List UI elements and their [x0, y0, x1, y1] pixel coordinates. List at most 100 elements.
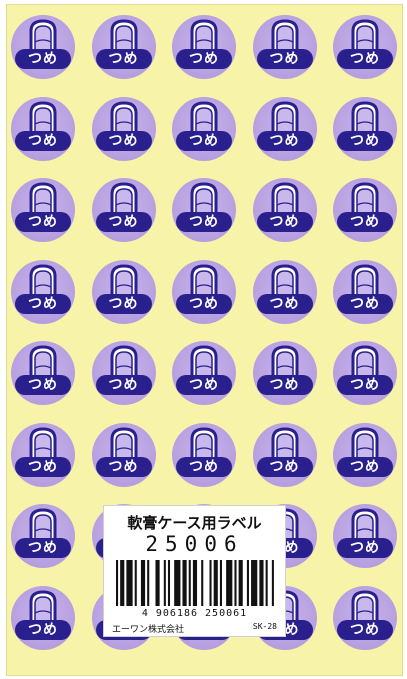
sticker-label: つめ: [256, 130, 313, 151]
sticker-label: つめ: [15, 293, 71, 314]
nail-sticker: つめ: [91, 178, 156, 242]
nail-sticker: つめ: [172, 96, 236, 161]
nail-sticker: つめ: [333, 422, 397, 487]
barcode-bar: [259, 560, 264, 606]
manufacturer-name: エーワン株式会社: [112, 625, 185, 635]
nail-icon: [190, 426, 218, 459]
nail-sticker: つめ: [252, 341, 317, 405]
sticker-label: つめ: [337, 538, 393, 558]
nail-icon: [190, 345, 218, 377]
nail-icon: [190, 100, 218, 133]
sticker-label: つめ: [337, 212, 393, 232]
sticker-label: つめ: [337, 293, 393, 314]
nail-icon: [29, 19, 57, 51]
nail-sticker: つめ: [11, 178, 75, 242]
nail-sticker: つめ: [11, 341, 75, 405]
nail-sticker: つめ: [11, 504, 75, 568]
sticker-label: つめ: [256, 375, 313, 395]
nail-icon: [271, 426, 298, 459]
sticker-label: つめ: [337, 619, 393, 640]
barcode-bar: [147, 560, 150, 606]
sticker-label: つめ: [176, 130, 232, 151]
sticker-label: つめ: [15, 538, 71, 558]
nail-sticker: つめ: [91, 422, 156, 487]
nail-icon: [110, 426, 137, 459]
nail-sticker: つめ: [11, 585, 75, 650]
sticker-label: つめ: [256, 212, 313, 232]
sticker-label: つめ: [15, 619, 71, 640]
nail-sticker: つめ: [252, 96, 317, 161]
barcode-bar: [226, 560, 233, 606]
sticker-label: つめ: [337, 375, 393, 395]
nail-icon: [351, 508, 379, 540]
nail-icon: [271, 263, 298, 296]
sticker-label: つめ: [15, 375, 71, 395]
sticker-label: つめ: [15, 456, 71, 477]
nail-icon: [351, 426, 379, 459]
nail-sticker: つめ: [11, 422, 75, 487]
barcode-bar: [182, 560, 187, 606]
sticker-label: つめ: [95, 375, 152, 395]
product-code: 25006: [145, 532, 244, 556]
barcode-bar: [192, 560, 198, 606]
nail-sticker: つめ: [333, 504, 397, 568]
nail-icon: [29, 345, 57, 377]
nail-icon: [110, 263, 137, 296]
barcode-bar: [234, 560, 237, 606]
nail-sticker: つめ: [91, 96, 156, 161]
sticker-label: つめ: [256, 293, 313, 314]
model-number: SK-28: [252, 622, 277, 631]
nail-icon: [271, 19, 298, 51]
nail-icon: [271, 182, 298, 214]
sticker-label: つめ: [176, 293, 232, 314]
nail-sticker: つめ: [11, 259, 75, 324]
barcode-bar: [271, 560, 274, 606]
sticker-label: つめ: [15, 49, 71, 69]
nail-icon: [271, 100, 298, 133]
nail-sticker: つめ: [252, 259, 317, 324]
nail-sticker: つめ: [172, 15, 236, 79]
nail-icon: [190, 19, 218, 51]
barcode-bar: [126, 560, 133, 606]
barcode-bar: [116, 560, 119, 606]
sticker-label: つめ: [95, 49, 152, 69]
sticker-label: つめ: [256, 456, 313, 477]
sticker-label: つめ: [176, 212, 232, 232]
sticker-label: つめ: [337, 130, 393, 151]
barcode-bar: [167, 560, 171, 606]
nail-sticker: つめ: [252, 178, 317, 242]
nail-sticker: つめ: [11, 15, 75, 79]
nail-sticker: つめ: [252, 15, 317, 79]
nail-sticker: つめ: [91, 259, 156, 324]
barcode-bar: [134, 560, 137, 606]
sticker-label: つめ: [95, 456, 152, 477]
nail-icon: [110, 100, 137, 133]
nail-icon: [110, 182, 137, 214]
nail-sticker: つめ: [172, 341, 236, 405]
nail-sticker: つめ: [91, 15, 156, 79]
barcode-bar: [163, 560, 166, 606]
barcode-bar: [265, 560, 268, 606]
nail-icon: [110, 19, 137, 51]
nail-sticker: つめ: [252, 422, 317, 487]
barcode: [116, 560, 274, 606]
nail-sticker: つめ: [333, 341, 397, 405]
nail-sticker: つめ: [172, 422, 236, 487]
barcode-bar: [209, 560, 212, 606]
sticker-label: つめ: [337, 456, 393, 477]
sticker-label: つめ: [176, 49, 232, 69]
barcode-bar: [188, 560, 191, 606]
nail-icon: [351, 182, 379, 214]
barcode-bar: [120, 560, 125, 606]
nail-sticker: つめ: [172, 178, 236, 242]
nail-sticker: つめ: [11, 96, 75, 161]
nail-sticker: つめ: [333, 259, 397, 324]
barcode-bar: [246, 560, 249, 606]
nail-sticker: つめ: [172, 259, 236, 324]
barcode-bar: [213, 560, 218, 606]
nail-sticker: つめ: [333, 15, 397, 79]
barcode-bar: [201, 560, 204, 606]
barcode-bar: [238, 560, 243, 606]
product-info-label: 軟膏ケース用ラベル 25006 4 906186 250061 エーワン株式会社…: [103, 505, 286, 637]
barcode-bar: [140, 560, 146, 606]
